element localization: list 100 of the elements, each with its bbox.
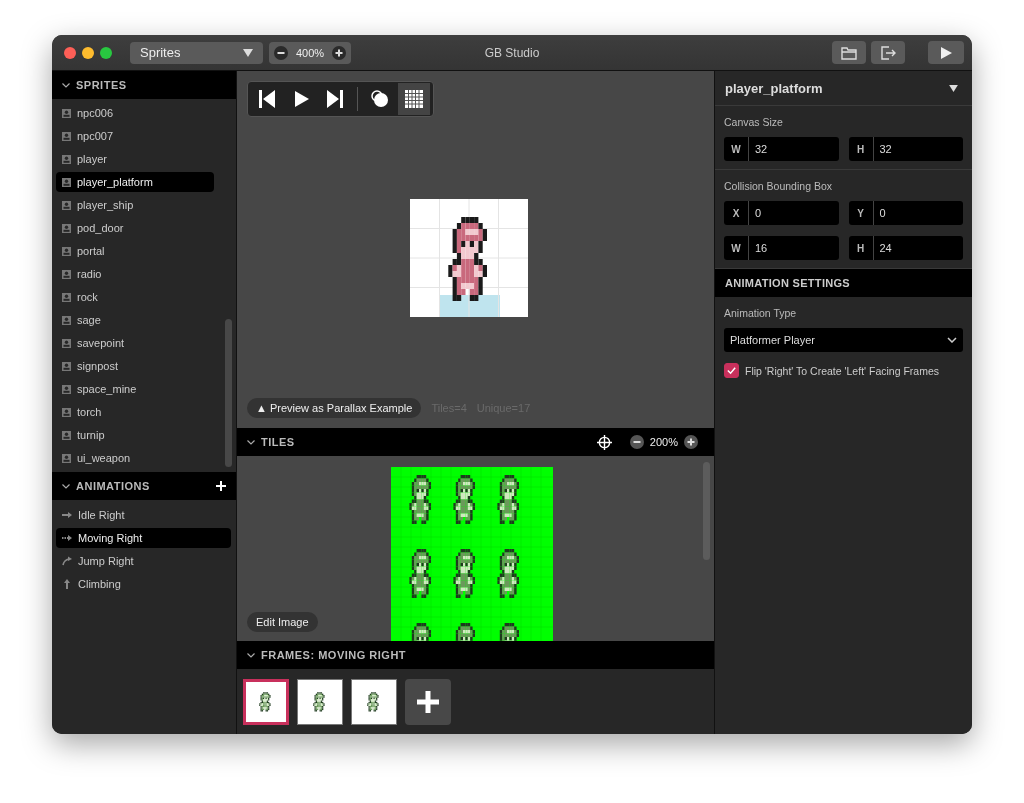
caret-icon[interactable] xyxy=(949,84,958,92)
minimize-button[interactable] xyxy=(82,46,94,59)
field-label: Animation Type xyxy=(724,307,798,319)
animation-list-item[interactable]: Moving Right xyxy=(56,528,231,548)
zoom-out-icon[interactable] xyxy=(629,435,644,449)
person-icon xyxy=(62,407,71,417)
sprite-list-item[interactable]: turnip xyxy=(56,425,214,445)
sprite-name: player_platform xyxy=(725,80,823,96)
sprite-list-item[interactable]: player_ship xyxy=(56,195,214,215)
crosshair-icon[interactable] xyxy=(596,434,612,450)
sprite-thumbnail-drawing xyxy=(312,691,328,712)
checkmark-icon xyxy=(726,365,737,376)
grid-button[interactable] xyxy=(398,83,430,115)
input-field[interactable]: W 32 xyxy=(724,137,839,161)
input-field[interactable]: W 16 xyxy=(724,236,839,260)
person-icon xyxy=(62,338,71,348)
sprite-list-item[interactable]: rock xyxy=(56,287,214,307)
right-arrow-icon xyxy=(62,510,72,520)
input-field[interactable]: X 0 xyxy=(724,201,839,225)
scrollbar[interactable] xyxy=(225,319,232,467)
sprite-list-item[interactable]: npc006 xyxy=(56,103,214,123)
grid-icon xyxy=(404,89,424,109)
animation-type-dropdown[interactable]: Platformer Player xyxy=(724,328,963,352)
input-field[interactable]: H 24 xyxy=(848,236,963,260)
zoom-out-icon[interactable] xyxy=(274,45,288,60)
sprite-list-item[interactable]: space_mine xyxy=(56,379,214,399)
input-field[interactable]: Y 0 xyxy=(848,201,963,225)
chevron-icon xyxy=(247,439,255,445)
play-icon xyxy=(939,45,953,60)
export-button[interactable] xyxy=(871,41,905,64)
sprite-list-item[interactable]: torch xyxy=(56,402,214,422)
sprite-list-item[interactable]: player_platform xyxy=(56,172,214,192)
field-label: Canvas Size xyxy=(724,116,784,128)
frame-thumbnail[interactable] xyxy=(243,678,289,725)
person-icon xyxy=(62,430,71,440)
circles-icon xyxy=(370,89,390,109)
checkbox[interactable] xyxy=(724,363,739,378)
skip-forward-icon xyxy=(325,89,345,109)
chevron-icon xyxy=(62,82,70,88)
parallax-preview-button[interactable]: ▲ Preview as Parallax Example xyxy=(247,398,422,418)
caret-icon xyxy=(243,48,253,57)
section-header: ANIMATION SETTINGS xyxy=(715,269,972,297)
sprite-list-item[interactable]: sage xyxy=(56,310,214,330)
sprite-list-item[interactable]: portal xyxy=(56,241,214,261)
section-header[interactable]: FRAMES: MOVING RIGHT xyxy=(237,641,714,669)
skip-back-icon xyxy=(257,89,277,109)
sprite-list-item[interactable]: player xyxy=(56,149,214,169)
person-icon xyxy=(62,453,71,463)
dashed-arrow-icon xyxy=(62,533,72,543)
zoom-button[interactable] xyxy=(100,46,112,59)
close-button[interactable] xyxy=(64,46,76,59)
sprite-list-item[interactable]: signpost xyxy=(56,356,214,376)
section-dropdown[interactable]: Sprites xyxy=(130,41,263,64)
zoom-level: 200% xyxy=(649,436,678,448)
person-icon xyxy=(62,315,71,325)
section-title: TILES xyxy=(261,436,295,448)
frame-thumbnail[interactable] xyxy=(351,678,397,725)
plus-icon xyxy=(417,690,439,713)
edit-image-button[interactable]: Edit Image xyxy=(247,612,318,632)
animation-list-item[interactable]: Jump Right xyxy=(56,551,231,571)
section-title: ANIMATIONS xyxy=(76,480,150,492)
sprite-list-item[interactable]: ui_weapon xyxy=(56,448,214,468)
person-icon xyxy=(62,384,71,394)
sprite-thumbnail-drawing xyxy=(258,691,274,712)
zoom-level: 400% xyxy=(296,46,325,59)
person-icon xyxy=(62,131,71,141)
chevron-icon xyxy=(62,483,70,489)
sprite-list-item[interactable]: savepoint xyxy=(56,333,214,353)
chevron-icon xyxy=(247,652,255,658)
sprite-list-item[interactable]: radio xyxy=(56,264,214,284)
exit-arrow-icon xyxy=(880,45,896,60)
zoom-in-icon[interactable] xyxy=(684,435,698,449)
sprite-list-item[interactable]: pod_door xyxy=(56,218,214,238)
section-header[interactable]: SPRITES xyxy=(52,71,236,99)
person-icon xyxy=(62,223,71,233)
sprite-list-item[interactable]: npc007 xyxy=(56,126,214,146)
add-frame-button[interactable] xyxy=(405,678,451,725)
person-icon xyxy=(62,269,71,279)
curved-arrow-icon xyxy=(62,556,72,566)
section-title: SPRITES xyxy=(76,79,127,91)
input-field[interactable]: H 32 xyxy=(848,137,963,161)
add-icon[interactable] xyxy=(216,481,226,491)
section-header[interactable]: TILES 200% xyxy=(237,428,714,456)
folder-icon xyxy=(841,45,857,60)
up-arrow-icon xyxy=(62,579,72,589)
run-button[interactable] xyxy=(928,41,964,64)
section-header[interactable]: ANIMATIONS xyxy=(52,472,236,500)
animation-list-item[interactable]: Idle Right xyxy=(56,505,231,525)
person-icon xyxy=(62,200,71,210)
person-icon xyxy=(62,177,71,187)
folder-button[interactable] xyxy=(832,41,866,64)
field-label: Collision Bounding Box xyxy=(724,180,833,192)
frame-thumbnail[interactable] xyxy=(297,678,343,725)
person-icon xyxy=(62,361,71,371)
person-icon xyxy=(62,154,71,164)
checkbox-label: Flip 'Right' To Create 'Left' Facing Frames xyxy=(745,364,939,377)
zoom-in-icon[interactable] xyxy=(332,45,347,60)
animation-list-item[interactable]: Climbing xyxy=(56,574,231,594)
person-icon xyxy=(62,292,71,302)
section-title: FRAMES: MOVING RIGHT xyxy=(261,649,407,661)
